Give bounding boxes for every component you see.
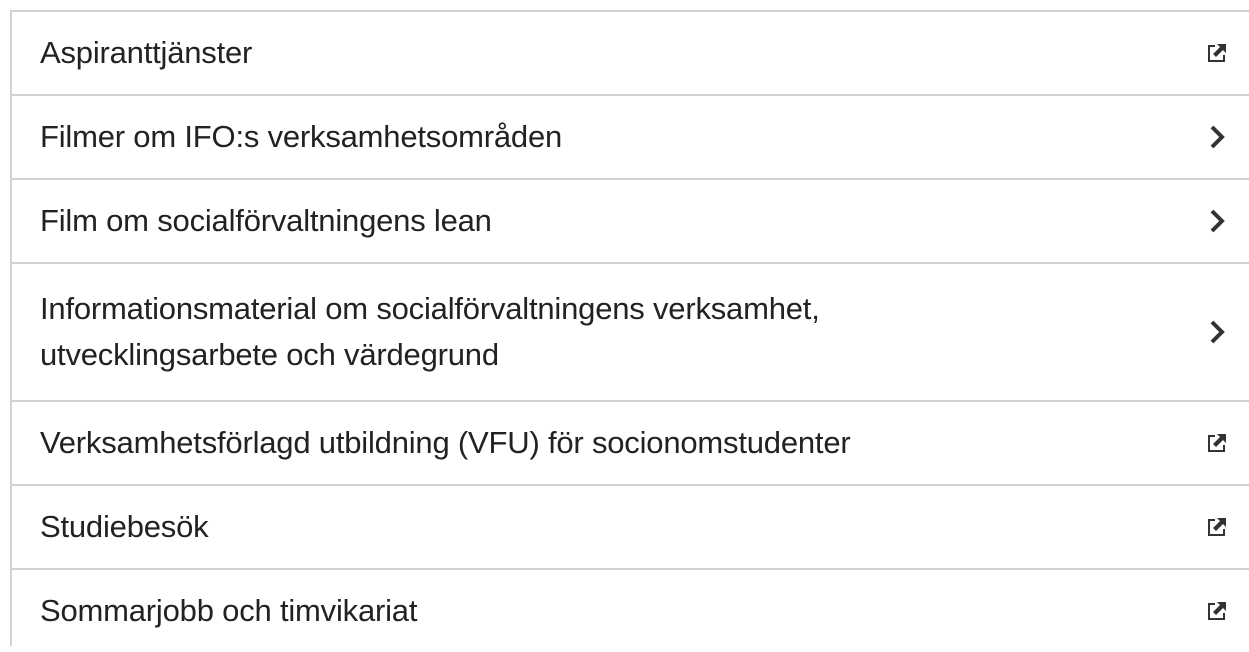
link-label: Film om socialförvaltningens lean [40,203,492,238]
link-item-studiebesok[interactable]: Studiebesök [12,486,1249,570]
chevron-right-icon [1203,318,1231,346]
external-link-icon [1203,39,1231,67]
link-label: Studiebesök [40,509,209,544]
chevron-right-icon [1203,207,1231,235]
link-item-sommarjobb[interactable]: Sommarjobb och timvikariat [12,570,1249,652]
link-label: Aspiranttjänster [40,35,253,70]
link-list: Aspiranttjänster Filmer om IFO:s verksam… [10,10,1249,646]
link-label: Verksamhetsförlagd utbildning (VFU) för … [40,425,851,460]
link-label: Sommarjobb och timvikariat [40,593,418,628]
link-item-informationsmaterial[interactable]: Informationsmaterial om socialförvaltnin… [12,264,1249,402]
link-label: Filmer om IFO:s verksamhetsområden [40,119,563,154]
link-item-filmer-ifo[interactable]: Filmer om IFO:s verksamhetsområden [12,96,1249,180]
chevron-right-icon [1203,123,1231,151]
link-label: Informationsmaterial om socialförvaltnin… [40,291,820,372]
external-link-icon [1203,429,1231,457]
external-link-icon [1203,513,1231,541]
link-item-vfu[interactable]: Verksamhetsförlagd utbildning (VFU) för … [12,402,1249,486]
link-item-aspiranttjanster[interactable]: Aspiranttjänster [12,12,1249,96]
external-link-icon [1203,597,1231,625]
link-item-film-lean[interactable]: Film om socialförvaltningens lean [12,180,1249,264]
